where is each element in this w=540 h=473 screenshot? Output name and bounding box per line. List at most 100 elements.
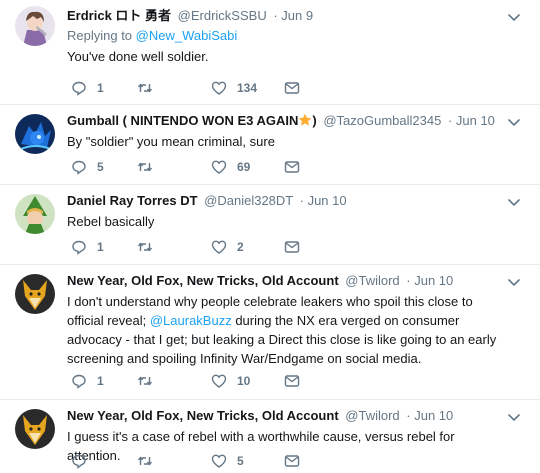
retweet-icon xyxy=(137,83,153,93)
tweet-header: New Year, Old Fox, New Tricks, Old Accou… xyxy=(67,407,500,425)
reply-count: 1 xyxy=(97,240,104,254)
handle[interactable]: @Daniel328DT xyxy=(204,193,293,208)
mention-link[interactable]: @New_WabiSabi xyxy=(136,28,238,43)
star-emoji-icon xyxy=(299,113,312,126)
display-name[interactable]: Erdrick ロト 勇者 xyxy=(67,8,171,23)
anime-character-avatar-icon xyxy=(15,6,55,46)
like-button[interactable]: 10 xyxy=(211,372,250,390)
heart-icon xyxy=(211,81,227,95)
timestamp[interactable]: · Jun 10 xyxy=(406,273,453,288)
reply-button[interactable]: 5 xyxy=(71,158,104,176)
heart-icon xyxy=(211,160,227,174)
like-button[interactable]: 5 xyxy=(211,452,244,470)
avatar[interactable] xyxy=(15,194,55,234)
reply-icon xyxy=(72,454,86,469)
handle[interactable]: @Twilord xyxy=(345,408,399,423)
timestamp[interactable]: · Jun 9 xyxy=(273,8,313,23)
display-name[interactable]: New Year, Old Fox, New Tricks, Old Accou… xyxy=(67,408,339,423)
fox-avatar-icon xyxy=(15,274,55,314)
retweet-button[interactable] xyxy=(137,452,163,470)
like-button[interactable]: 134 xyxy=(211,79,257,97)
heart-icon xyxy=(211,240,227,254)
tweet-actions: 5 69 xyxy=(67,158,307,176)
handle[interactable]: @TazoGumball2345 xyxy=(323,113,441,128)
direct-message-button[interactable] xyxy=(284,158,300,176)
tweet[interactable]: Erdrick ロト 勇者 @ErdrickSSBU · Jun 9 Reply… xyxy=(0,0,540,105)
heart-icon xyxy=(211,374,227,388)
handle[interactable]: @Twilord xyxy=(345,273,399,288)
timestamp[interactable]: · Jun 10 xyxy=(448,113,495,128)
retweet-icon xyxy=(137,376,153,386)
like-button[interactable]: 69 xyxy=(211,158,250,176)
chevron-down-icon[interactable] xyxy=(506,9,522,25)
like-count: 69 xyxy=(237,160,251,174)
mention-link[interactable]: @LaurakBuzz xyxy=(150,313,232,328)
like-button[interactable]: 2 xyxy=(211,238,244,256)
tweet[interactable]: New Year, Old Fox, New Tricks, Old Accou… xyxy=(0,265,540,400)
chevron-down-icon[interactable] xyxy=(506,274,522,290)
display-name[interactable]: New Year, Old Fox, New Tricks, Old Accou… xyxy=(67,273,339,288)
reply-count: 1 xyxy=(97,374,104,388)
reply-count: 5 xyxy=(97,160,104,174)
reply-icon xyxy=(72,81,86,96)
tweet-text: You've done well soldier. xyxy=(67,49,209,64)
handle[interactable]: @ErdrickSSBU xyxy=(178,8,267,23)
tweet-actions: 1 134 xyxy=(67,79,307,97)
tweet[interactable]: Daniel Ray Torres DT @Daniel328DT · Jun … xyxy=(0,185,540,265)
retweet-button[interactable] xyxy=(137,238,163,256)
timestamp[interactable]: · Jun 10 xyxy=(406,408,453,423)
heart-icon xyxy=(211,454,227,468)
tweet[interactable]: Gumball ( NINTENDO WON E3 AGAIN) @TazoGu… xyxy=(0,105,540,185)
reply-count: 1 xyxy=(97,81,104,95)
tweet-header: Erdrick ロト 勇者 @ErdrickSSBU · Jun 9 xyxy=(67,7,500,25)
avatar[interactable] xyxy=(15,114,55,154)
display-name[interactable]: Gumball ( NINTENDO WON E3 AGAIN) xyxy=(67,113,317,128)
reply-button[interactable]: 1 xyxy=(71,372,104,390)
envelope-icon xyxy=(284,241,300,253)
display-name[interactable]: Daniel Ray Torres DT xyxy=(67,193,198,208)
reply-icon xyxy=(72,240,86,255)
chevron-down-icon[interactable] xyxy=(506,114,522,130)
direct-message-button[interactable] xyxy=(284,238,300,256)
envelope-icon xyxy=(284,82,300,94)
replying-to-label: Replying to xyxy=(67,28,136,43)
retweet-button[interactable] xyxy=(137,158,163,176)
tweet[interactable]: New Year, Old Fox, New Tricks, Old Accou… xyxy=(0,400,540,473)
fox-avatar-icon xyxy=(15,409,55,449)
retweet-icon xyxy=(137,162,153,172)
direct-message-button[interactable] xyxy=(284,452,300,470)
blue-sonic-avatar-icon xyxy=(15,114,55,154)
direct-message-button[interactable] xyxy=(284,372,300,390)
direct-message-button[interactable] xyxy=(284,79,300,97)
reply-button[interactable]: 1 xyxy=(71,238,104,256)
envelope-icon xyxy=(284,375,300,387)
avatar[interactable] xyxy=(15,409,55,449)
reply-icon xyxy=(72,374,86,389)
tweet-header: Gumball ( NINTENDO WON E3 AGAIN) @TazoGu… xyxy=(67,112,500,130)
envelope-icon xyxy=(284,455,300,467)
like-count: 2 xyxy=(237,240,244,254)
tweet-text: Rebel basically xyxy=(67,214,155,229)
reply-button[interactable]: 1 xyxy=(71,79,104,97)
retweet-button[interactable] xyxy=(137,372,163,390)
avatar[interactable] xyxy=(15,6,55,46)
tweet-header: Daniel Ray Torres DT @Daniel328DT · Jun … xyxy=(67,192,500,210)
like-count: 5 xyxy=(237,454,244,468)
timestamp[interactable]: · Jun 10 xyxy=(300,193,347,208)
replying-to: Replying to @New_WabiSabi xyxy=(67,27,500,45)
retweet-icon xyxy=(137,456,153,466)
retweet-button[interactable] xyxy=(137,79,163,97)
chevron-down-icon[interactable] xyxy=(506,194,522,210)
reply-button[interactable] xyxy=(71,452,97,470)
retweet-icon xyxy=(137,242,153,252)
tweet-actions: 1 10 xyxy=(67,372,307,390)
tweet-text: By "soldier" you mean criminal, sure xyxy=(67,134,275,149)
avatar[interactable] xyxy=(15,274,55,314)
link-avatar-icon xyxy=(15,194,55,234)
chevron-down-icon[interactable] xyxy=(506,409,522,425)
reply-icon xyxy=(72,160,86,175)
like-count: 10 xyxy=(237,374,251,388)
tweet-header: New Year, Old Fox, New Tricks, Old Accou… xyxy=(67,272,500,290)
tweet-actions: 5 xyxy=(67,452,307,470)
display-name-suffix: ) xyxy=(312,113,317,128)
